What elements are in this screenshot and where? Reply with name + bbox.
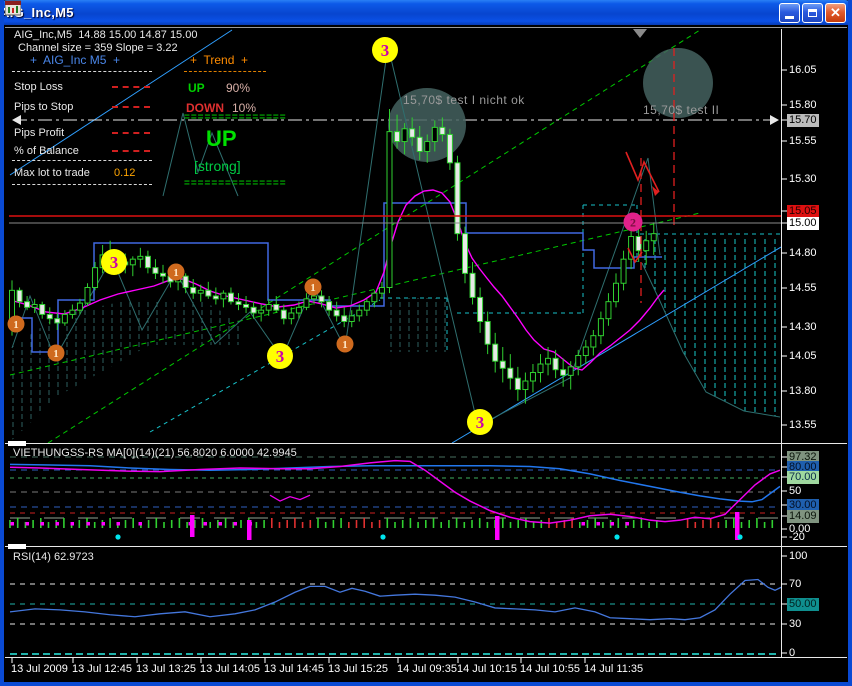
- rsi-line: [10, 580, 781, 620]
- maximize-icon: [808, 9, 817, 17]
- trend-header: + Trend +: [190, 53, 248, 67]
- indicator1-magenta-blip: [270, 495, 310, 501]
- level-arrow-left: [12, 115, 21, 125]
- trend-equals-row: ===============: [184, 178, 287, 189]
- signal-number: 1: [173, 267, 179, 279]
- rsi-axis-label: 50.00: [787, 598, 819, 611]
- price-axis-label: 15.00: [787, 217, 819, 230]
- dashboard-separator: [12, 184, 152, 185]
- panel-grip[interactable]: [8, 441, 26, 446]
- signal-number: 1: [342, 339, 348, 351]
- ohlc-readout: AIG_Inc,M5 14.88 15.00 14.87 15.00: [14, 29, 197, 41]
- max-lot-value: 0.12: [114, 167, 135, 179]
- row-stop-loss: Stop Loss: [14, 81, 63, 93]
- row-pct-balance: % of Balance: [14, 145, 79, 157]
- indicator1-axis-label: 50: [787, 485, 803, 498]
- price-axis-label: 13.55: [787, 419, 819, 432]
- rsi-plot: [10, 580, 781, 655]
- time-axis-label: 13 Jul 14:45: [262, 663, 326, 676]
- signal-number: 1: [13, 319, 19, 331]
- rsi-axis-label: 70: [787, 578, 803, 591]
- indicator1-axis-label: 14.09: [787, 510, 819, 523]
- price-axis-label: 14.80: [787, 247, 819, 260]
- trend-signal-strength: [strong]: [194, 158, 241, 174]
- row-pips-profit: Pips Profit: [14, 127, 64, 139]
- price-axis-label: 14.55: [787, 282, 819, 295]
- indicator1-plot: [10, 457, 780, 540]
- panel-grip[interactable]: [8, 544, 26, 549]
- row-max-lot: Max lot to trade: [14, 167, 90, 179]
- time-axis-label: 13 Jul 13:25: [134, 663, 198, 676]
- price-axis-label: 15.70: [787, 114, 819, 127]
- dashboard-separator: [12, 160, 152, 161]
- signal-number: 1: [53, 348, 59, 360]
- pct-balance-dashes: [112, 150, 150, 152]
- trend-up-label: UP: [188, 81, 205, 95]
- indicator1-axis-label: 70.00: [787, 471, 819, 484]
- close-button[interactable]: ✕: [825, 3, 846, 23]
- time-axis-label: 13 Jul 2009: [9, 663, 70, 676]
- time-axis-label: 14 Jul 10:55: [518, 663, 582, 676]
- pips-profit-dashes: [112, 132, 150, 134]
- indicator1-header: VIETHUNGSS-RS MA[0](14)(21) 56.8020 6.00…: [13, 447, 297, 459]
- signal-number: 1: [310, 282, 316, 294]
- pips-to-stop-dashes: [112, 106, 150, 108]
- signal-number: 3: [476, 413, 485, 432]
- ichimoku-cloud-left: [10, 302, 240, 442]
- trend-signal: UP: [206, 126, 237, 152]
- trendline-green-dashed: [48, 30, 700, 443]
- signal-number: 3: [110, 253, 119, 272]
- ichimoku-cloud-mid: [383, 298, 447, 352]
- gray-triangle-marker: [633, 29, 647, 38]
- signal-number: 3: [276, 347, 285, 366]
- price-axis-label: 15.30: [787, 173, 819, 186]
- annotation-test1: 15,70$ test I nicht ok: [403, 93, 525, 107]
- trend-up-value: 90%: [226, 81, 250, 95]
- stop-loss-dashes: [112, 86, 150, 88]
- rsi-header: RSI(14) 62.9723: [13, 551, 94, 563]
- time-axis-label: 13 Jul 15:25: [326, 663, 390, 676]
- signal-number: 2: [630, 216, 636, 230]
- time-axis-label: 14 Jul 10:15: [455, 663, 519, 676]
- maximize-button[interactable]: [802, 3, 823, 23]
- trend-separator: [184, 71, 266, 72]
- price-axis-label: 14.05: [787, 350, 819, 363]
- time-axis-label: 14 Jul 11:35: [582, 663, 645, 676]
- price-axis-label: 15.55: [787, 135, 819, 148]
- annotation-test2: 15,70$ test II: [643, 103, 719, 117]
- time-axis-label: 13 Jul 12:45: [70, 663, 134, 676]
- ichimoku-cloud-right: [641, 236, 780, 417]
- time-axis-label: 13 Jul 14:05: [198, 663, 262, 676]
- indicator1-axis-label: -20: [787, 531, 807, 544]
- level-arrow-right: [770, 115, 779, 125]
- title-bar[interactable]: AIG_Inc,M5 ✕: [0, 0, 852, 25]
- dashboard-separator: [12, 71, 152, 72]
- price-axis-label: 14.30: [787, 321, 819, 334]
- dashboard-symbol-header: + AIG_Inc M5 +: [30, 53, 120, 67]
- minimize-button[interactable]: [779, 3, 800, 23]
- main-chart-plot: [9, 30, 781, 443]
- price-axis-label: 13.80: [787, 385, 819, 398]
- price-axis-label: 16.05: [787, 64, 819, 77]
- red-zigzag-arrow: [626, 152, 659, 192]
- row-pips-to-stop: Pips to Stop: [14, 101, 73, 113]
- minimize-icon: [785, 16, 794, 19]
- price-axis-label: 15.80: [787, 99, 819, 112]
- signal-number: 3: [381, 41, 390, 60]
- trend-equals-row: ===============: [184, 112, 287, 123]
- time-axis-label: 14 Jul 09:35: [395, 663, 459, 676]
- app-icon: [5, 0, 21, 16]
- rsi-axis-label: 30: [787, 618, 803, 631]
- rsi-axis-label: 0: [787, 647, 797, 660]
- rsi-axis-label: 100: [787, 550, 809, 563]
- mt4-chart-window: { "window": { "title": "AIG_Inc,M5", "bu…: [0, 0, 852, 686]
